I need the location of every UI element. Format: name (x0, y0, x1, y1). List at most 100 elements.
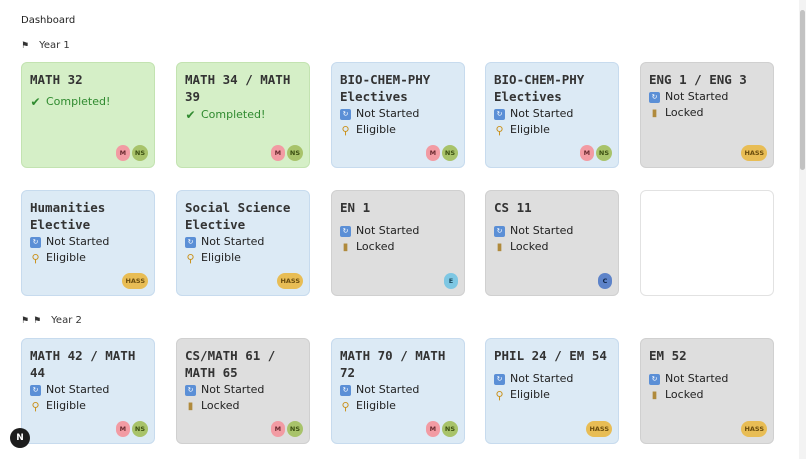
tag-ns: NS (286, 145, 303, 161)
course-card[interactable]: CS 11 ↻ Not Started ▮ Locked C (485, 190, 619, 296)
flag-icon: ⚑ (33, 315, 42, 326)
course-title: EM 52 (649, 348, 687, 363)
year-label: Year 2 (51, 315, 82, 326)
not-started-icon: ↻ (494, 225, 505, 237)
status-eligible: ⚲ Eligible (495, 388, 550, 402)
not-started-icon: ↻ (494, 373, 505, 385)
lock-icon: ▮ (651, 389, 658, 401)
not-started-icon: ↻ (340, 108, 351, 120)
course-card[interactable]: MATH 70 / MATH 72 ↻ Not Started ⚲ Eligib… (331, 338, 465, 444)
tag-hass: HASS (277, 273, 303, 289)
status-eligible: ⚲ Eligible (341, 123, 396, 137)
status-not-started: ↻ Not Started (494, 371, 610, 387)
status-not-started: ↻ Not Started (30, 234, 146, 250)
course-card[interactable]: EN 1 ↻ Not Started ▮ Locked E (331, 190, 465, 296)
course-title: EN 1 (340, 200, 371, 215)
tag-hass: HASS (741, 145, 767, 161)
course-card[interactable]: EM 52 ↻ Not Started ▮ Locked HASS (640, 338, 774, 444)
key-icon: ⚲ (31, 251, 40, 265)
course-title: MATH 32 (30, 72, 83, 87)
status-completed: ✔ Completed! (30, 94, 111, 109)
course-title: CS 11 (494, 200, 532, 215)
course-title: BIO-CHEM-PHY Electives (494, 72, 585, 104)
not-started-icon: ↻ (185, 236, 196, 248)
tag-group: HASS (586, 421, 612, 437)
key-icon: ⚲ (31, 399, 40, 413)
status-eligible: ⚲ Eligible (495, 123, 550, 137)
checkmark-icon: ✔ (30, 94, 41, 109)
course-card[interactable]: CS/MATH 61 / MATH 65 ↻ Not Started ▮ Loc… (176, 338, 310, 444)
tag-group: M NS (270, 421, 303, 437)
status-locked: ▮ Locked (649, 387, 765, 403)
key-icon: ⚲ (341, 123, 350, 137)
course-title: Social Science Elective (185, 200, 291, 232)
status-locked: ▮ Locked (185, 398, 301, 414)
tag-hass: HASS (741, 421, 767, 437)
tag-group: HASS (122, 273, 148, 289)
course-title: BIO-CHEM-PHY Electives (340, 72, 431, 104)
tag-m: M (270, 145, 285, 161)
scrollbar-track[interactable] (799, 0, 806, 459)
tag-hass: HASS (122, 273, 148, 289)
course-card[interactable]: MATH 34 / MATH 39 ✔ Completed! M NS (176, 62, 310, 168)
status-not-started: ↻ Not Started (494, 106, 610, 122)
course-card[interactable]: MATH 42 / MATH 44 ↻ Not Started ⚲ Eligib… (21, 338, 155, 444)
scrollbar-thumb[interactable] (800, 10, 805, 170)
flag-icon: ⚑ (21, 315, 30, 326)
tag-m: M (425, 421, 440, 437)
not-started-icon: ↻ (30, 236, 41, 248)
status-not-started: ↻ Not Started (649, 371, 765, 387)
floating-badge-button[interactable]: N (10, 428, 30, 448)
tag-ns: NS (286, 421, 303, 437)
status-not-started: ↻ Not Started (185, 382, 301, 398)
course-title: Humanities Elective (30, 200, 106, 232)
course-title: ENG 1 / ENG 3 (649, 72, 747, 87)
key-icon: ⚲ (341, 399, 350, 413)
tag-group: HASS (741, 145, 767, 161)
tag-ns: NS (441, 421, 458, 437)
not-started-icon: ↻ (340, 384, 351, 396)
not-started-icon: ↻ (185, 384, 196, 396)
status-not-started: ↻ Not Started (30, 382, 146, 398)
status-eligible: ⚲ Eligible (341, 399, 396, 413)
status-eligible: ⚲ Eligible (31, 251, 86, 265)
key-icon: ⚲ (186, 251, 195, 265)
tag-c: C (598, 273, 612, 289)
tag-group: M NS (270, 145, 303, 161)
flag-icon: ⚑ (21, 40, 30, 51)
not-started-icon: ↻ (649, 91, 660, 103)
status-locked: ▮ Locked (649, 105, 765, 121)
tag-group: E (444, 273, 458, 289)
course-title: MATH 42 / MATH 44 (30, 348, 136, 380)
status-locked: ▮ Locked (494, 239, 610, 255)
tag-group: M NS (425, 145, 458, 161)
tag-m: M (579, 145, 594, 161)
tag-group: HASS (741, 421, 767, 437)
status-completed: ✔ Completed! (185, 107, 266, 122)
tag-e: E (444, 273, 458, 289)
status-not-started: ↻ Not Started (340, 106, 456, 122)
tag-m: M (270, 421, 285, 437)
year-2-header: ⚑ ⚑ Year 2 (21, 315, 82, 326)
tag-ns: NS (441, 145, 458, 161)
tag-group: HASS (277, 273, 303, 289)
lock-icon: ▮ (496, 241, 503, 253)
status-locked: ▮ Locked (340, 239, 456, 255)
not-started-icon: ↻ (30, 384, 41, 396)
course-card[interactable]: BIO-CHEM-PHY Electives ↻ Not Started ⚲ E… (331, 62, 465, 168)
course-card[interactable]: BIO-CHEM-PHY Electives ↻ Not Started ⚲ E… (485, 62, 619, 168)
tag-group: M NS (579, 145, 612, 161)
status-not-started: ↻ Not Started (340, 223, 456, 239)
course-card[interactable]: MATH 32 ✔ Completed! M NS (21, 62, 155, 168)
course-card[interactable]: Social Science Elective ↻ Not Started ⚲ … (176, 190, 310, 296)
empty-card-slot[interactable] (640, 190, 774, 296)
breadcrumb[interactable]: Dashboard (21, 15, 75, 26)
course-card[interactable]: Humanities Elective ↻ Not Started ⚲ Elig… (21, 190, 155, 296)
tag-m: M (115, 421, 130, 437)
key-icon: ⚲ (495, 123, 504, 137)
course-card[interactable]: ENG 1 / ENG 3 ↻ Not Started ▮ Locked HAS… (640, 62, 774, 168)
tag-group: M NS (115, 145, 148, 161)
status-not-started: ↻ Not Started (185, 234, 301, 250)
not-started-icon: ↻ (649, 373, 660, 385)
course-card[interactable]: PHIL 24 / EM 54 ↻ Not Started ⚲ Eligible… (485, 338, 619, 444)
